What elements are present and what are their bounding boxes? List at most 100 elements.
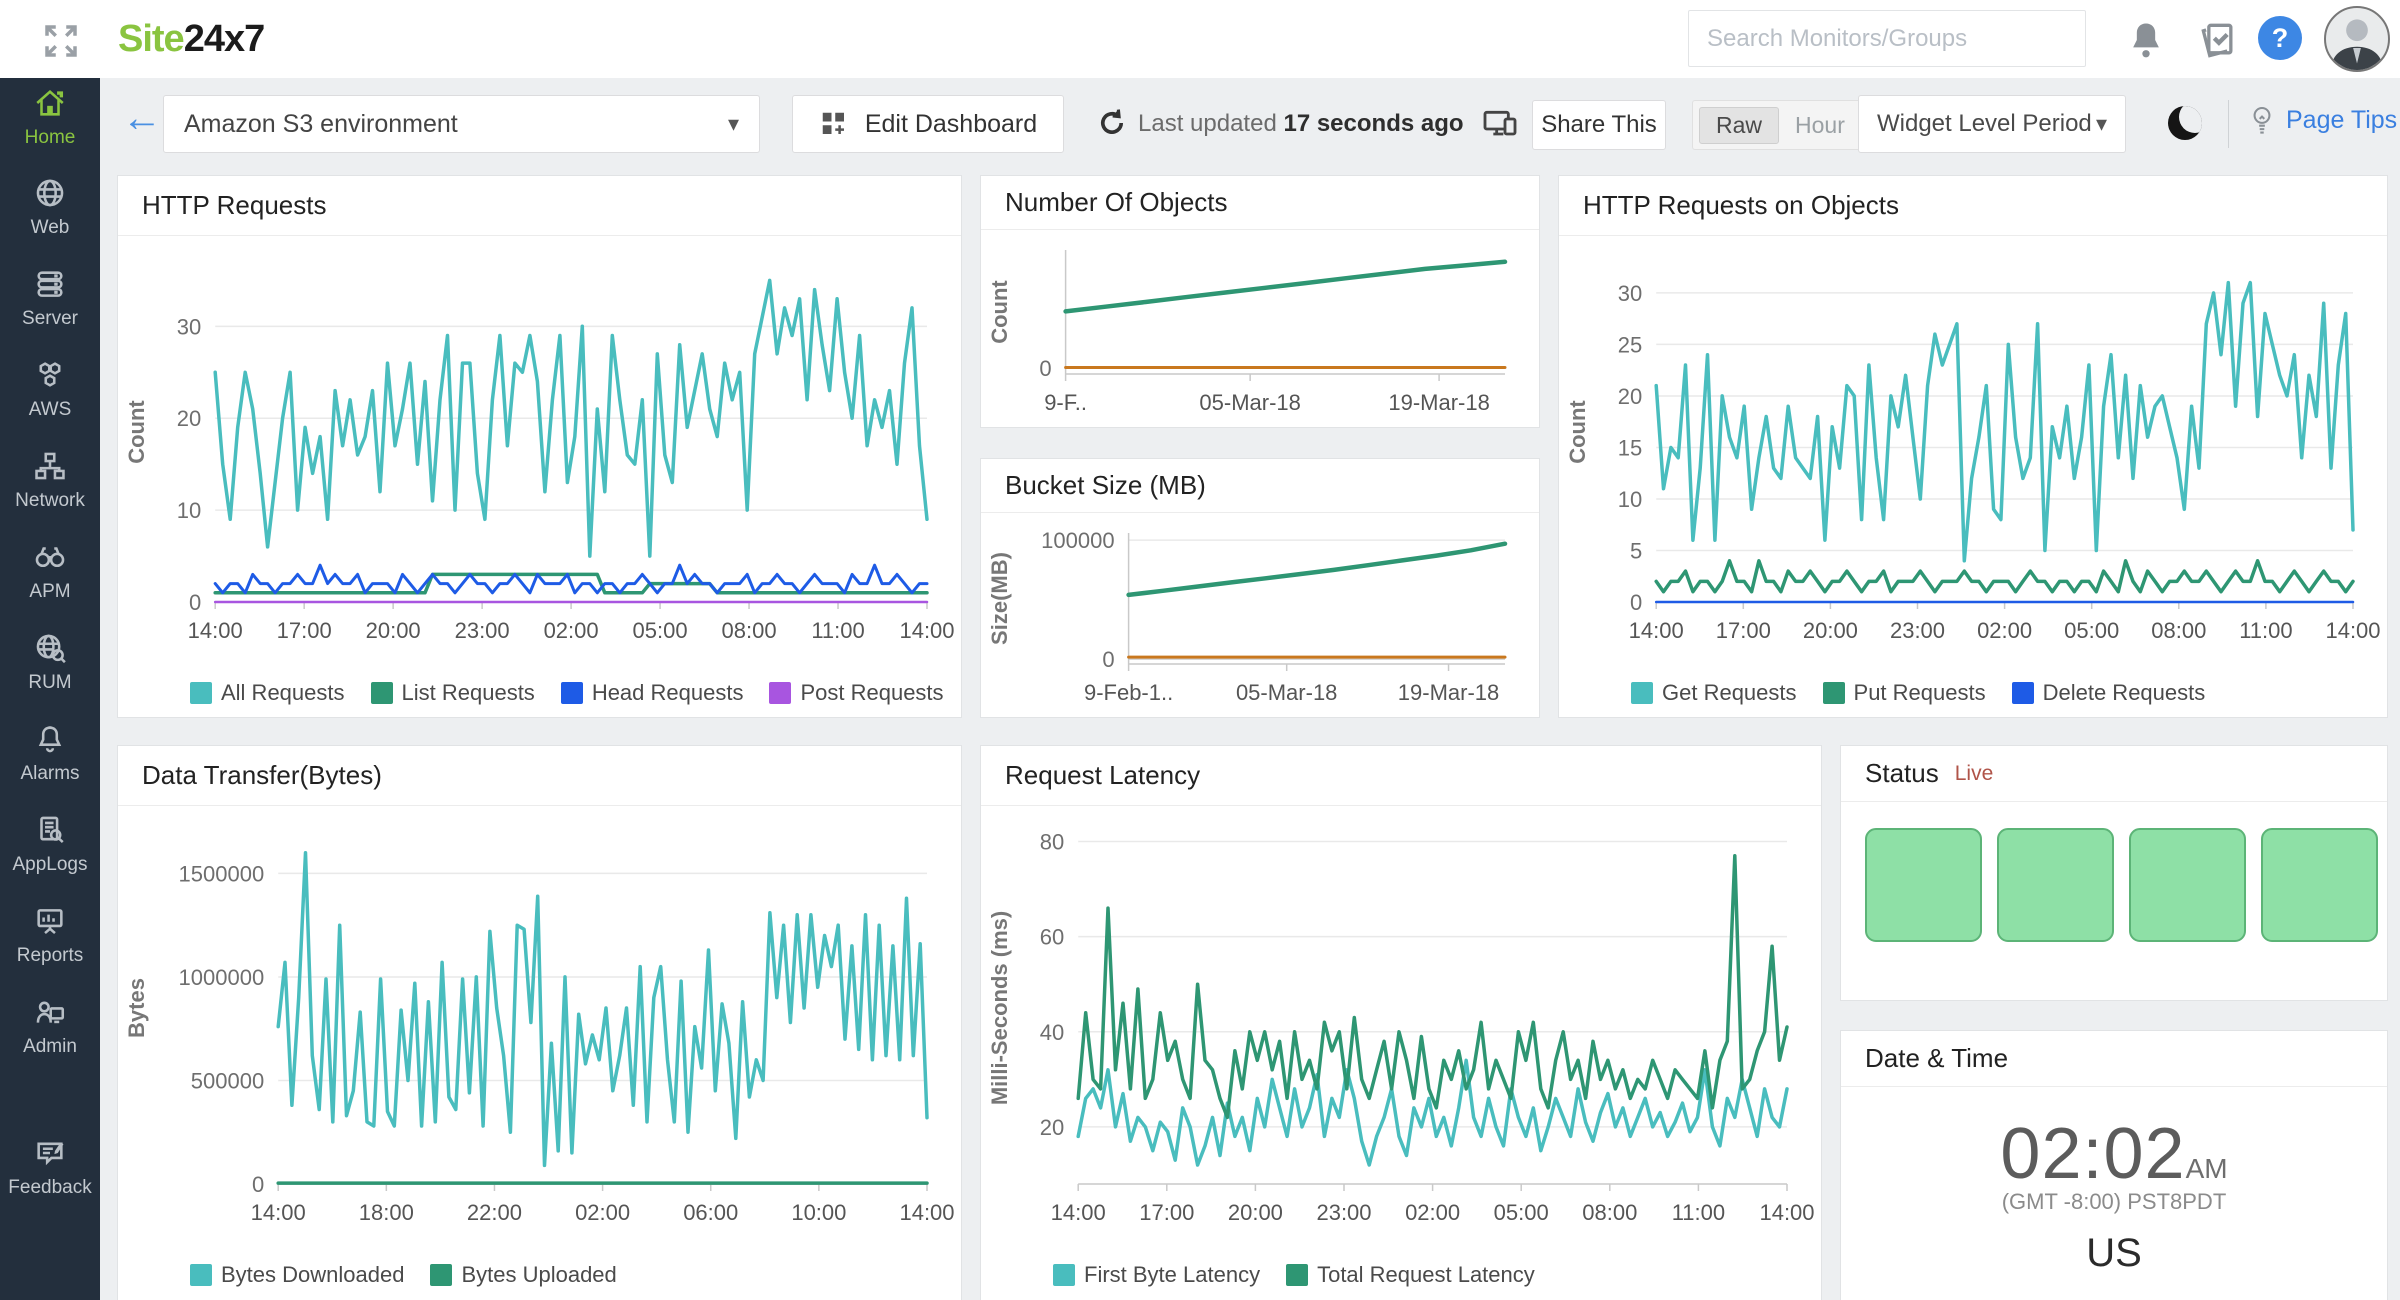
expand-icon[interactable] [40,20,82,67]
svg-text:18:00: 18:00 [359,1200,414,1225]
svg-text:25: 25 [1618,332,1642,357]
widget-title: Request Latency [1005,760,1200,791]
http-requests-on-objects-chart[interactable]: 05101520253014:0017:0020:0023:0002:0005:… [1559,236,2387,660]
legend-label: Delete Requests [2043,680,2206,706]
status-box[interactable] [1865,828,1982,942]
dark-mode-moon-icon[interactable] [2168,106,2202,140]
legend-label: First Byte Latency [1084,1262,1260,1288]
widget-title: Number Of Objects [1005,187,1228,218]
request-latency-chart[interactable]: 2040608014:0017:0020:0023:0002:0005:0008… [981,806,1821,1242]
svg-text:05:00: 05:00 [2064,618,2119,643]
status-box[interactable] [2261,828,2378,942]
page-tips-button[interactable]: Page Tips [2248,104,2397,136]
dashboard-selector[interactable]: Amazon S3 environment ▾ [163,95,760,153]
site24x7-logo[interactable]: Site24x7 [118,18,264,61]
last-updated-text: Last updated 17 seconds ago [1138,110,1464,138]
svg-text:10:00: 10:00 [791,1200,846,1225]
svg-text:80: 80 [1040,830,1064,855]
tasks-icon[interactable] [2196,18,2240,67]
dashboard-page: Site24x7 ? Home Web Server [0,0,2400,1300]
sidebar-item-rum[interactable]: RUM [0,631,100,694]
bucket-size-chart[interactable]: 01000009-Feb-1..05-Mar-1819-Mar-18Size(M… [981,513,1539,716]
sidebar-item-server[interactable]: Server [0,267,100,330]
svg-text:02:00: 02:00 [1405,1200,1460,1225]
legend-item[interactable]: Bytes Downloaded [190,1262,404,1288]
status-box[interactable] [1997,828,2114,942]
bell-icon[interactable] [2124,18,2168,67]
svg-text:100000: 100000 [1041,528,1114,553]
clock-date: 23 Mar 2018 [1841,1294,2387,1300]
hour-toggle[interactable]: Hour [1779,108,1861,143]
number-of-objects-chart[interactable]: 09-F..05-Mar-1819-Mar-18Count [981,230,1539,426]
chevron-down-icon: ▾ [2096,111,2107,137]
search-input[interactable] [1688,10,2086,67]
legend-item[interactable]: Head Requests [561,680,744,706]
svg-text:08:00: 08:00 [722,618,777,643]
sidebar-item-reports[interactable]: Reports [0,904,100,967]
svg-text:14:00: 14:00 [1051,1200,1106,1225]
legend-item[interactable]: Total Request Latency [1286,1262,1535,1288]
svg-text:Size(MB): Size(MB) [987,552,1012,645]
sidebar-item-apm[interactable]: APM [0,540,100,603]
sidebar-item-applogs[interactable]: AppLogs [0,813,100,876]
svg-text:23:00: 23:00 [1316,1200,1371,1225]
widget-http-requests-on-objects: HTTP Requests on Objects 05101520253014:… [1558,175,2388,718]
legend-item[interactable]: Bytes Uploaded [430,1262,616,1288]
raw-hour-toggle: Raw Hour [1692,100,1868,150]
sidebar-item-alarms[interactable]: Alarms [0,722,100,785]
svg-text:19-Mar-18: 19-Mar-18 [1388,390,1489,415]
applogs-icon [32,813,68,847]
svg-text:0: 0 [252,1172,264,1197]
sidebar: Home Web Server AWS Network APM RUM Ala [0,78,100,1300]
avatar[interactable] [2324,6,2390,72]
widget-level-period-select[interactable]: Widget Level Period ▾ [1858,95,2126,153]
svg-text:02:00: 02:00 [1977,618,2032,643]
widget-number-of-objects: Number Of Objects 09-F..05-Mar-1819-Mar-… [980,175,1540,428]
back-arrow-icon[interactable]: ← [122,96,162,141]
share-this-button[interactable]: Share This [1532,100,1666,150]
status-box[interactable] [2129,828,2246,942]
legend-item[interactable]: All Requests [190,680,345,706]
legend-swatch [2012,682,2034,704]
svg-text:02:00: 02:00 [575,1200,630,1225]
svg-text:19-Mar-18: 19-Mar-18 [1398,680,1499,705]
svg-text:1500000: 1500000 [179,861,265,886]
sidebar-item-feedback[interactable]: Feedback [0,1136,100,1199]
legend-item[interactable]: First Byte Latency [1053,1262,1260,1288]
legend-label: Post Requests [800,680,943,706]
widget-data-transfer: Data Transfer(Bytes) 0500000100000015000… [117,745,962,1300]
data-transfer-chart[interactable]: 05000001000000150000014:0018:0022:0002:0… [118,806,961,1242]
legend-swatch [371,682,393,704]
legend-item[interactable]: Delete Requests [2012,680,2206,706]
legend-item[interactable]: Put Requests [1823,680,1986,706]
svg-text:9-F..: 9-F.. [1044,390,1087,415]
sidebar-item-home[interactable]: Home [0,86,100,149]
top-bar: Site24x7 ? [0,0,2400,78]
svg-text:14:00: 14:00 [1629,618,1684,643]
widget-http-requests: HTTP Requests 010203014:0017:0020:0023:0… [117,175,962,718]
sidebar-item-network[interactable]: Network [0,449,100,512]
help-icon[interactable]: ? [2258,16,2302,60]
sidebar-item-aws[interactable]: AWS [0,358,100,421]
svg-text:14:00: 14:00 [1759,1200,1814,1225]
svg-text:20: 20 [177,406,201,431]
legend-item[interactable]: Post Requests [769,680,943,706]
svg-text:14:00: 14:00 [899,618,954,643]
sidebar-item-admin[interactable]: Admin [0,995,100,1058]
devices-icon[interactable] [1480,104,1520,149]
sidebar-item-web[interactable]: Web [0,176,100,239]
svg-text:05:00: 05:00 [1494,1200,1549,1225]
legend: All Requests List Requests Head Requests Po… [118,665,961,721]
svg-text:11:00: 11:00 [811,618,864,643]
clock-region: US [1841,1231,2387,1276]
refresh-icon[interactable] [1095,106,1129,145]
widget-date-time: Date & Time 02:02AM (GMT -8:00) PST8PDT … [1840,1030,2388,1300]
raw-toggle[interactable]: Raw [1699,107,1779,144]
globe-search-icon [32,631,68,665]
svg-text:08:00: 08:00 [1582,1200,1637,1225]
legend-swatch [769,682,791,704]
legend-item[interactable]: List Requests [371,680,535,706]
edit-dashboard-button[interactable]: Edit Dashboard [792,95,1064,153]
http-requests-chart[interactable]: 010203014:0017:0020:0023:0002:0005:0008:… [118,236,961,660]
legend-item[interactable]: Get Requests [1631,680,1797,706]
